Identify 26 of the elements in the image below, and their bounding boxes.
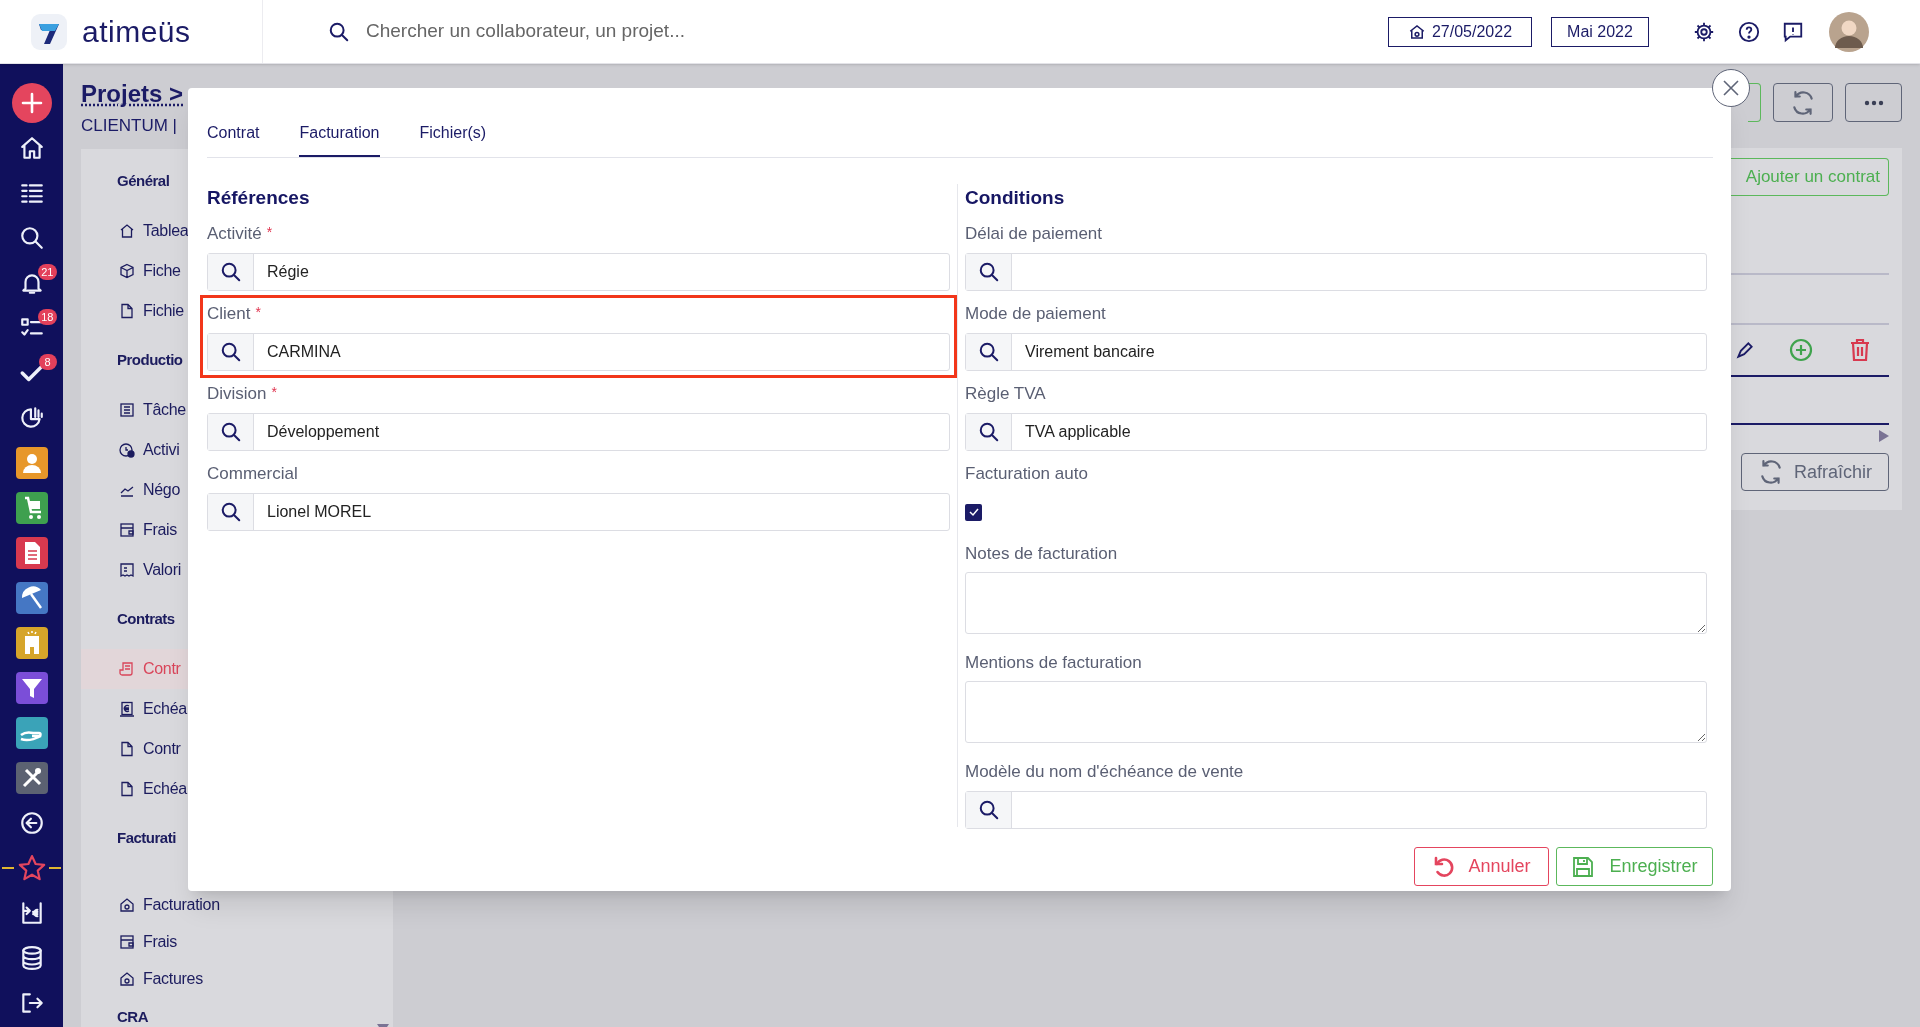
project-subtitle: CLIENTUM | xyxy=(81,115,178,138)
required-mark: * xyxy=(255,303,261,322)
field-label: Commercial xyxy=(207,463,298,486)
field-label: Délai de paiement xyxy=(965,223,1103,246)
menu-section-title: Contrats xyxy=(117,608,175,629)
field-label: Facturation auto xyxy=(965,463,1088,486)
notification-badge: 18 xyxy=(38,308,57,325)
section-heading: Conditions xyxy=(965,185,1065,210)
notification-badge: 8 xyxy=(38,353,57,370)
field-label: Règle TVA xyxy=(965,383,1046,406)
field-label: Client xyxy=(207,303,251,326)
menu-section-title: Productio xyxy=(117,349,183,370)
field-label: Notes de facturation xyxy=(965,543,1118,566)
menu-section-title: CRA xyxy=(117,1006,148,1027)
field-label: Modèle du nom d'échéance de vente xyxy=(965,761,1244,784)
required-mark: * xyxy=(271,383,277,402)
logo-text: atimeüs xyxy=(82,14,191,50)
field-label: Activité xyxy=(207,223,262,246)
field-label: Mentions de facturation xyxy=(965,652,1142,675)
menu-section-title: Général xyxy=(117,170,170,191)
section-heading: Références xyxy=(207,185,310,210)
field-label: Mode de paiement xyxy=(965,303,1106,326)
notification-badge: 21 xyxy=(38,263,57,280)
field-label: Division xyxy=(207,383,267,406)
menu-section-title: Facturati xyxy=(117,827,176,848)
required-mark: * xyxy=(266,223,273,242)
